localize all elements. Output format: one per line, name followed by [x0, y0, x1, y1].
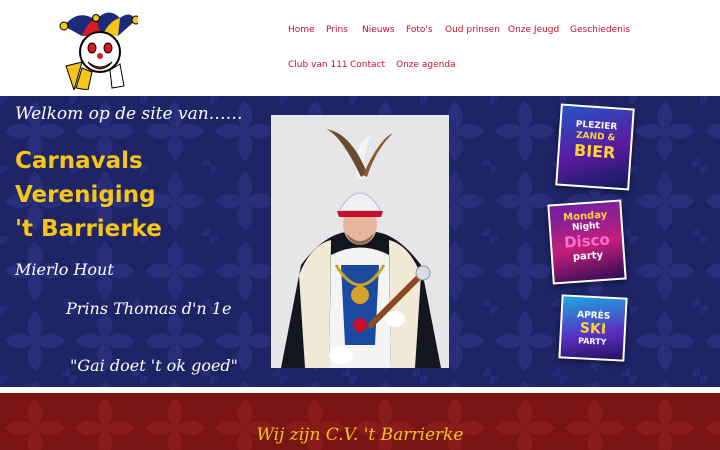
poster-line: SKI [579, 320, 607, 338]
nav-oud-prinsen[interactable]: Oud prinsen [445, 25, 500, 35]
nav-prins[interactable]: Prins [326, 25, 348, 35]
welcome-text: Welkom op de site van…… [15, 104, 243, 124]
site-header: Home Prins Nieuws Foto's Oud prinsen Onz… [0, 0, 720, 96]
club-name-line: 't Barrierke [15, 216, 162, 242]
nav-home[interactable]: Home [288, 25, 315, 35]
club-name-line: Vereniging [15, 182, 156, 208]
nav-onze-jeugd[interactable]: Onze Jeugd [508, 25, 559, 35]
motto-text: "Gai doet 't ok goed" [70, 356, 239, 375]
poster-line: party [572, 249, 604, 264]
club-name-line: Carnavals [15, 148, 143, 174]
nav-onze-agenda[interactable]: Onze agenda [396, 60, 456, 70]
club-name-heading: Carnavals Vereniging 't Barrierke [15, 144, 175, 246]
poster-line: Disco [563, 230, 611, 252]
nav-nieuws[interactable]: Nieuws [362, 25, 395, 35]
nav-contact[interactable]: Contact [350, 60, 385, 70]
hero-section: Welkom op de site van…… Carnavals Vereni… [0, 96, 720, 387]
nav-club-van-111[interactable]: Club van 111 [288, 60, 348, 70]
poster-line: BIER [573, 140, 617, 163]
nav-geschiedenis[interactable]: Geschiedenis [570, 25, 630, 35]
main-navigation: Home Prins Nieuws Foto's Oud prinsen Onz… [280, 0, 720, 96]
location-text: Mierlo Hout [15, 260, 114, 279]
nav-fotos[interactable]: Foto's [406, 25, 433, 35]
jester-logo-icon[interactable] [58, 6, 141, 92]
poster-line: PARTY [577, 336, 607, 347]
poster-plezier-zand-bier[interactable]: PLEZIER ZAND & BIER [555, 103, 635, 191]
poster-apres-ski-party[interactable]: APRÈS SKI PARTY [558, 294, 628, 362]
section-title: Wij zijn C.V. 't Barrierke [256, 425, 464, 445]
prince-name: Prins Thomas d'n 1e [66, 299, 232, 318]
intro-section: Wij zijn C.V. 't Barrierke [0, 393, 720, 450]
poster-monday-night-disco-party[interactable]: Monday Night Disco party [547, 199, 627, 285]
prince-photo [271, 115, 449, 368]
